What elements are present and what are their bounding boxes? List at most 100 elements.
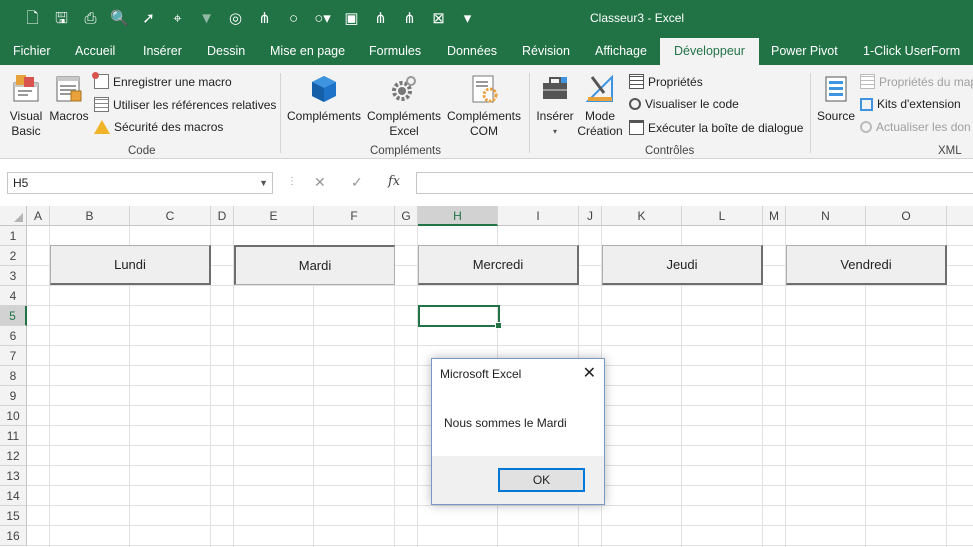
- circle-icon[interactable]: ○: [279, 8, 308, 30]
- enter-icon[interactable]: ✓: [351, 174, 363, 191]
- close-icon[interactable]: ✕: [583, 363, 596, 383]
- row-header-16[interactable]: 16: [0, 526, 27, 546]
- circle-dropdown-icon[interactable]: ○▾: [308, 8, 337, 30]
- column-header-a[interactable]: A: [27, 206, 50, 226]
- print-preview-icon[interactable]: 🔍: [105, 8, 134, 30]
- excel-icon[interactable]: ⊠: [424, 8, 453, 30]
- target-icon[interactable]: ◎: [221, 8, 250, 30]
- column-header-c[interactable]: C: [130, 206, 211, 226]
- record-macro-button[interactable]: Enregistrer une macro: [92, 72, 232, 89]
- row-header-1[interactable]: 1: [0, 226, 27, 246]
- row-header-6[interactable]: 6: [0, 326, 27, 346]
- extension-packs-button[interactable]: Kits d'extension: [860, 97, 961, 111]
- dialog-title: Microsoft Excel: [440, 367, 522, 381]
- tab-donnees[interactable]: Données: [447, 38, 497, 65]
- quick-access-toolbar: 🗋 🖫 ⎙ 🔍 ➚ ⌖ ▼ ◎ ⋔ ○ ○▾ ▣ ⋔ ⋔ ⊠ ▾: [18, 8, 482, 30]
- view-code-button[interactable]: Visualiser le code: [629, 97, 739, 111]
- hierarchy-icon-3[interactable]: ⋔: [395, 8, 424, 30]
- row-header-13[interactable]: 13: [0, 466, 27, 486]
- row-header-9[interactable]: 9: [0, 386, 27, 406]
- row-header-12[interactable]: 12: [0, 446, 27, 466]
- new-file-icon[interactable]: 🗋: [18, 8, 47, 30]
- row-header-8[interactable]: 8: [0, 366, 27, 386]
- column-header-e[interactable]: E: [234, 206, 314, 226]
- tab-formules[interactable]: Formules: [369, 38, 421, 65]
- row-header-7[interactable]: 7: [0, 346, 27, 366]
- macro-security-button[interactable]: Sécurité des macros: [94, 120, 223, 134]
- row-header-11[interactable]: 11: [0, 426, 27, 446]
- cursor-select-icon[interactable]: ⌖: [163, 8, 192, 30]
- chevron-down-icon[interactable]: ▼: [259, 173, 268, 193]
- window-icon[interactable]: ▣: [337, 8, 366, 30]
- tab-fichier[interactable]: Fichier: [13, 38, 51, 65]
- column-header-j[interactable]: J: [579, 206, 602, 226]
- macros-button[interactable]: Macros: [48, 73, 90, 124]
- row-header-4[interactable]: 4: [0, 286, 27, 306]
- tab-power-pivot[interactable]: Power Pivot: [771, 38, 838, 65]
- column-header-m[interactable]: M: [763, 206, 786, 226]
- select-all-button[interactable]: [0, 206, 27, 226]
- tab-revision[interactable]: Révision: [522, 38, 570, 65]
- tab-developpeur[interactable]: Développeur: [660, 38, 759, 65]
- column-header-partial[interactable]: [947, 206, 973, 226]
- column-header-f[interactable]: F: [314, 206, 395, 226]
- com-complements-button[interactable]: Compléments COM: [444, 73, 524, 139]
- complements-button[interactable]: Compléments: [284, 73, 364, 124]
- row-header-14[interactable]: 14: [0, 486, 27, 506]
- drag-handle-icon[interactable]: ⋮: [287, 176, 297, 187]
- relative-references-button[interactable]: Utiliser les références relatives: [94, 97, 276, 112]
- visual-basic-icon: [13, 75, 39, 102]
- column-header-i[interactable]: I: [498, 206, 579, 226]
- tab-dessin[interactable]: Dessin: [207, 38, 245, 65]
- row-header-5[interactable]: 5: [0, 306, 27, 326]
- print-icon[interactable]: ⎙: [76, 8, 105, 30]
- tab-accueil[interactable]: Accueil: [75, 38, 115, 65]
- mode-creation-label-2: Création: [577, 124, 623, 138]
- dialog-icon: [629, 120, 644, 135]
- insert-function-button[interactable]: fx: [388, 174, 400, 189]
- column-header-d[interactable]: D: [211, 206, 234, 226]
- hierarchy-icon-2[interactable]: ⋔: [366, 8, 395, 30]
- save-icon[interactable]: 🖫: [47, 8, 76, 30]
- column-header-k[interactable]: K: [602, 206, 682, 226]
- column-header-h[interactable]: H: [418, 206, 498, 226]
- hierarchy-icon[interactable]: ⋔: [250, 8, 279, 30]
- active-cell-h5[interactable]: [418, 305, 502, 329]
- formula-input[interactable]: [416, 172, 973, 194]
- run-dialog-button[interactable]: Exécuter la boîte de dialogue: [629, 120, 803, 135]
- column-header-b[interactable]: B: [50, 206, 130, 226]
- tab-1-click-userform[interactable]: 1-Click UserForm: [863, 38, 960, 65]
- tab-mise-en-page[interactable]: Mise en page: [270, 38, 345, 65]
- name-box[interactable]: H5 ▼: [7, 172, 273, 194]
- mode-creation-button[interactable]: Mode Création: [577, 73, 623, 139]
- filter-icon[interactable]: ▼: [192, 8, 221, 30]
- select-arrow-icon[interactable]: ➚: [134, 8, 163, 30]
- ok-button[interactable]: OK: [498, 468, 585, 492]
- cancel-icon[interactable]: ✕: [314, 174, 326, 191]
- column-header-o[interactable]: O: [866, 206, 947, 226]
- row-header-3[interactable]: 3: [0, 266, 27, 286]
- button-lundi[interactable]: Lundi: [50, 245, 211, 285]
- excel-complements-button[interactable]: Compléments Excel: [364, 73, 444, 139]
- row-header-2[interactable]: 2: [0, 246, 27, 266]
- visual-basic-button[interactable]: Visual Basic: [6, 73, 46, 139]
- tab-affichage[interactable]: Affichage: [595, 38, 647, 65]
- column-header-n[interactable]: N: [786, 206, 866, 226]
- map-properties-button[interactable]: Propriétés du map: [860, 74, 973, 89]
- button-mercredi[interactable]: Mercredi: [418, 245, 579, 285]
- button-vendredi[interactable]: Vendredi: [786, 245, 947, 285]
- refresh-data-button[interactable]: Actualiser les don: [860, 120, 971, 134]
- properties-button[interactable]: Propriétés: [629, 74, 703, 89]
- button-mardi[interactable]: Mardi: [234, 245, 395, 285]
- row-header-15[interactable]: 15: [0, 506, 27, 526]
- column-header-g[interactable]: G: [395, 206, 418, 226]
- column-header-l[interactable]: L: [682, 206, 763, 226]
- separator: [810, 73, 811, 153]
- xml-source-button[interactable]: Source: [814, 73, 858, 124]
- tab-inserer[interactable]: Insérer: [143, 38, 182, 65]
- inserer-control-button[interactable]: Insérer ▾: [533, 73, 577, 139]
- customize-qat-icon[interactable]: ▾: [453, 8, 482, 30]
- map-properties-label: Propriétés du map: [879, 74, 973, 89]
- row-header-10[interactable]: 10: [0, 406, 27, 426]
- button-jeudi[interactable]: Jeudi: [602, 245, 763, 285]
